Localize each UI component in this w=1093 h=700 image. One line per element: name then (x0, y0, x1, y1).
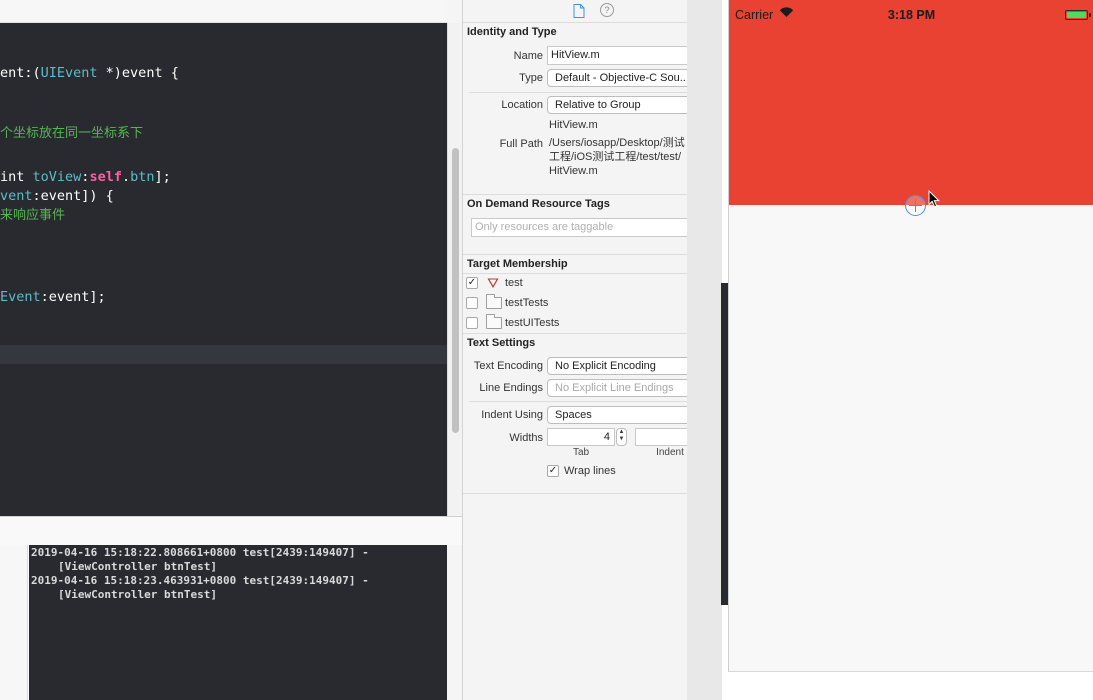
code-token: btn (130, 169, 155, 185)
code-line[interactable]: ent:(UIEvent *)event { (0, 63, 179, 83)
code-line[interactable]: 来响应事件 (0, 206, 65, 226)
section-title-text-settings: Text Settings (467, 337, 536, 349)
full-path-line: 工程/iOS测试工程/test/test/ (549, 151, 682, 163)
log-line: 2019-04-16 15:18:22.808661+0800 test[243… (31, 546, 369, 559)
divider (463, 194, 721, 195)
target-label: test (505, 277, 523, 289)
code-token: ent:( (0, 65, 41, 81)
divider (463, 273, 721, 274)
tab-width-field[interactable]: 4 (547, 428, 615, 446)
status-time: 3:18 PM (887, 8, 936, 22)
section-title-on-demand: On Demand Resource Tags (467, 198, 610, 210)
target-checkbox[interactable]: ✓ (466, 277, 478, 289)
code-editor-pane: ent:(UIEvent *)event { 个坐标放在同一坐标系下 int t… (0, 0, 462, 545)
cursor-icon (928, 190, 940, 208)
window-gap (687, 0, 722, 700)
target-checkbox[interactable] (466, 297, 478, 309)
battery-level (1067, 12, 1086, 18)
name-label: Name (513, 50, 543, 62)
target-label: testUITests (505, 317, 560, 329)
widths-label: Widths (509, 432, 543, 444)
code-line[interactable]: 个坐标放在同一坐标系下 (0, 124, 143, 144)
code-token: ]; (154, 169, 171, 185)
log-line: 2019-04-16 15:18:23.463931+0800 test[243… (31, 574, 369, 587)
log-line: [ViewController btnTest] (58, 588, 217, 601)
divider (463, 333, 721, 334)
divider (469, 92, 719, 93)
file-inspector: ? Identity and Type Name HitView.m Type … (462, 0, 721, 700)
editor-scrollbar-thumb[interactable] (452, 148, 459, 433)
text-encoding-value: No Explicit Encoding (555, 360, 656, 372)
target-checkbox[interactable] (466, 317, 478, 329)
code-token: vent (0, 188, 33, 204)
resource-tags-field[interactable]: Only resources are taggable (471, 218, 715, 237)
code-token: self (89, 169, 122, 185)
editor-jump-bar (0, 0, 447, 23)
code-token: toView (32, 169, 82, 185)
variables-view (0, 545, 28, 700)
battery-icon (1065, 10, 1088, 20)
section-title-target-membership: Target Membership (467, 258, 568, 270)
indent-using-value: Spaces (555, 409, 592, 421)
indent-using-label: Indent Using (481, 409, 543, 421)
inspector-tab-bar: ? (463, 0, 721, 22)
full-path-label: Full Path (499, 138, 543, 150)
wrap-lines-checkbox[interactable]: ✓ (547, 465, 559, 477)
add-button[interactable] (905, 195, 926, 216)
type-label: Type (519, 72, 543, 84)
divider (463, 493, 721, 494)
wrap-lines-label: Wrap lines (564, 465, 616, 477)
battery-tip (1089, 13, 1091, 17)
type-popup-value: Default - Objective-C Sou... (555, 72, 689, 84)
red-view[interactable] (729, 0, 1093, 205)
log-line: [ViewController btnTest] (58, 560, 217, 573)
folder-icon (486, 314, 502, 329)
quick-help-icon[interactable]: ? (600, 3, 614, 17)
full-path-line: /Users/iosapp/Desktop/测试 (549, 137, 685, 149)
code-token: 来响应事件 (0, 208, 66, 223)
code-token: :event]) { (32, 188, 114, 204)
code-line[interactable]: Event:event]; (0, 287, 106, 307)
divider (469, 401, 719, 402)
code-editor[interactable]: ent:(UIEvent *)event { 个坐标放在同一坐标系下 int t… (0, 23, 447, 516)
current-line-highlight (0, 345, 447, 364)
debug-bar (0, 516, 462, 545)
app-target-icon: ⛛ (487, 275, 499, 291)
code-token: UIEvent (40, 65, 98, 81)
file-inspector-icon[interactable] (571, 3, 587, 19)
code-line[interactable]: int toView:self.btn]; (0, 167, 171, 187)
section-title-identity: Identity and Type (467, 26, 557, 38)
code-token: . (121, 169, 131, 185)
status-bar: Carrier 3:18 PM (729, 6, 1093, 24)
divider (463, 22, 721, 23)
folder-icon (486, 294, 502, 309)
text-encoding-label: Text Encoding (473, 360, 543, 372)
code-token: int (0, 169, 33, 185)
code-line[interactable]: vent:event]) { (0, 186, 114, 206)
console-scrollbar[interactable] (447, 545, 462, 700)
code-token: :event]; (40, 289, 106, 305)
ios-simulator-screen[interactable]: Carrier 3:18 PM (728, 0, 1093, 672)
tab-width-stepper[interactable]: ▲ ▼ (616, 428, 627, 446)
location-label: Location (501, 99, 543, 111)
line-endings-value: No Explicit Line Endings (555, 382, 674, 394)
code-token: 个坐标放在同一坐标系下 (0, 126, 144, 141)
location-file-name: HitView.m (549, 119, 598, 131)
debug-console[interactable]: 2019-04-16 15:18:22.808661+0800 test[243… (29, 545, 447, 700)
target-label: testTests (505, 297, 549, 309)
divider (463, 254, 721, 255)
line-endings-label: Line Endings (479, 382, 543, 394)
code-token: *)event { (97, 65, 179, 81)
editor-scrollbar[interactable] (447, 23, 462, 516)
location-popup-value: Relative to Group (555, 99, 641, 111)
full-path-line: HitView.m (549, 165, 598, 177)
tab-caption: Tab (572, 447, 590, 458)
code-token: Event (0, 289, 41, 305)
